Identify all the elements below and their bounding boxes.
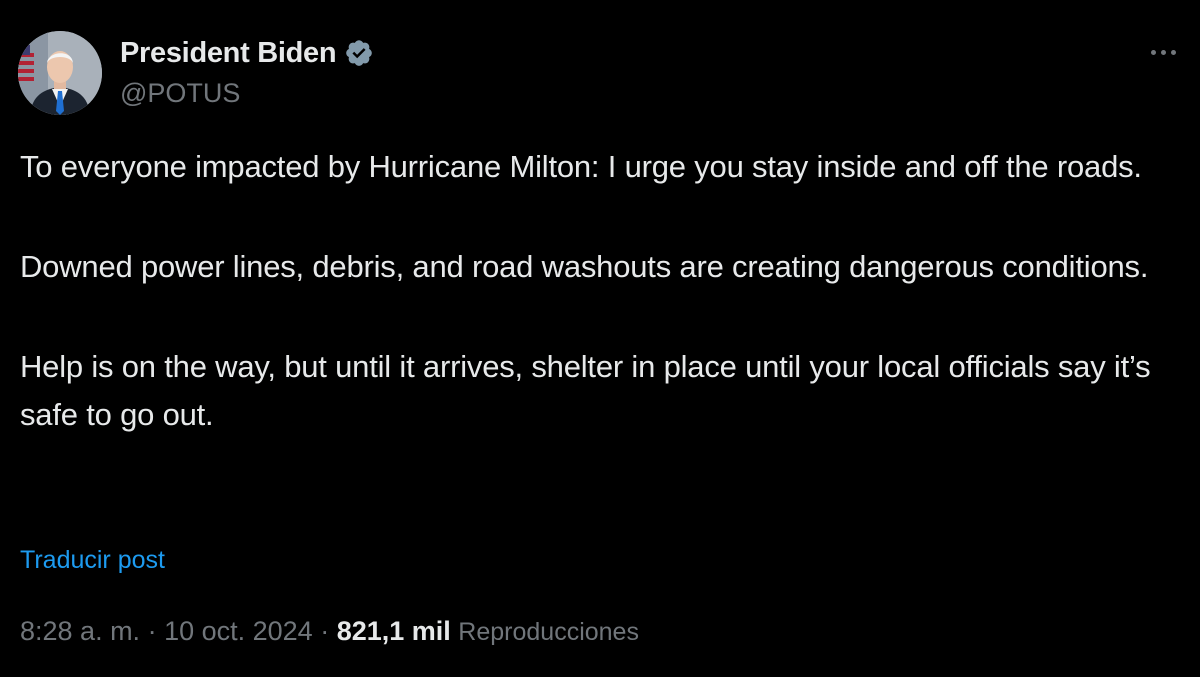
post-time[interactable]: 8:28 a. m. (20, 616, 140, 646)
post-paragraph: Downed power lines, debris, and road was… (20, 249, 1149, 284)
views-count: 821,1 mil (336, 616, 451, 646)
avatar[interactable] (18, 31, 102, 115)
author-display-name[interactable]: President Biden (120, 33, 337, 73)
more-dot-icon (1150, 49, 1156, 55)
verified-badge-icon[interactable] (344, 38, 374, 68)
author-name-row: President Biden (120, 33, 374, 73)
more-options-button[interactable] (1142, 40, 1184, 64)
translate-post-link[interactable]: Traducir post (20, 543, 165, 577)
avatar-portrait-icon (18, 31, 102, 115)
post-text: To everyone impacted by Hurricane Milton… (20, 143, 1185, 439)
more-dot-icon (1170, 49, 1176, 55)
author-handle[interactable]: @POTUS (120, 76, 240, 110)
post-paragraph: Help is on the way, but until it arrives… (20, 349, 1151, 432)
more-dot-icon (1160, 49, 1166, 55)
views-label: Reproducciones (458, 618, 639, 646)
post-date[interactable]: 10 oct. 2024 (164, 616, 313, 646)
meta-separator: · (312, 616, 337, 646)
post-paragraph: To everyone impacted by Hurricane Milton… (20, 149, 1142, 184)
meta-separator: · (140, 616, 165, 646)
tweet: President Biden @POTUS To everyone impac… (0, 0, 1200, 677)
post-meta: 8:28 a. m. · 10 oct. 2024 · 821,1 mil Re… (20, 612, 639, 651)
